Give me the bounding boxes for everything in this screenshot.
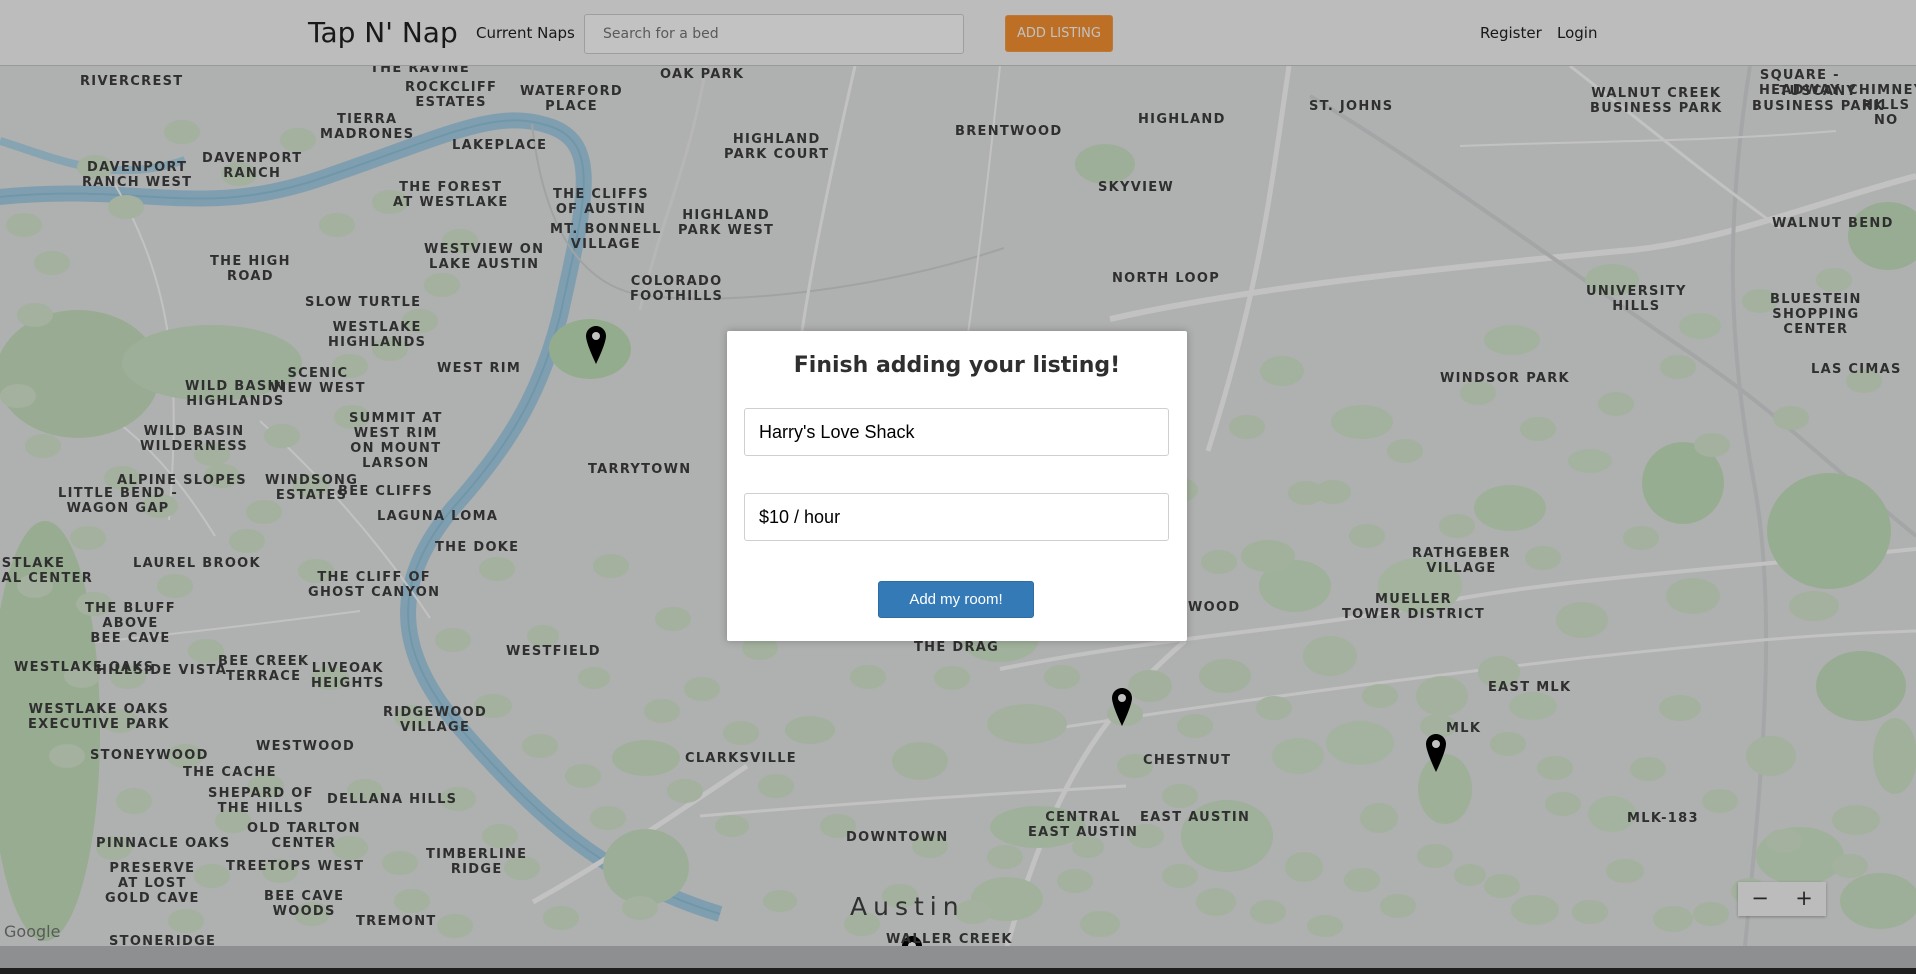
listing-modal: Finish adding your listing! Add my room! xyxy=(727,331,1187,641)
bottom-bar xyxy=(0,968,1916,974)
modal-title: Finish adding your listing! xyxy=(793,353,1121,378)
listing-price-field[interactable] xyxy=(744,493,1169,541)
page: Tap N' Nap Current Naps ADD LISTING Regi… xyxy=(0,0,1916,974)
add-my-room-button[interactable]: Add my room! xyxy=(878,581,1034,618)
listing-name-field[interactable] xyxy=(744,408,1169,456)
